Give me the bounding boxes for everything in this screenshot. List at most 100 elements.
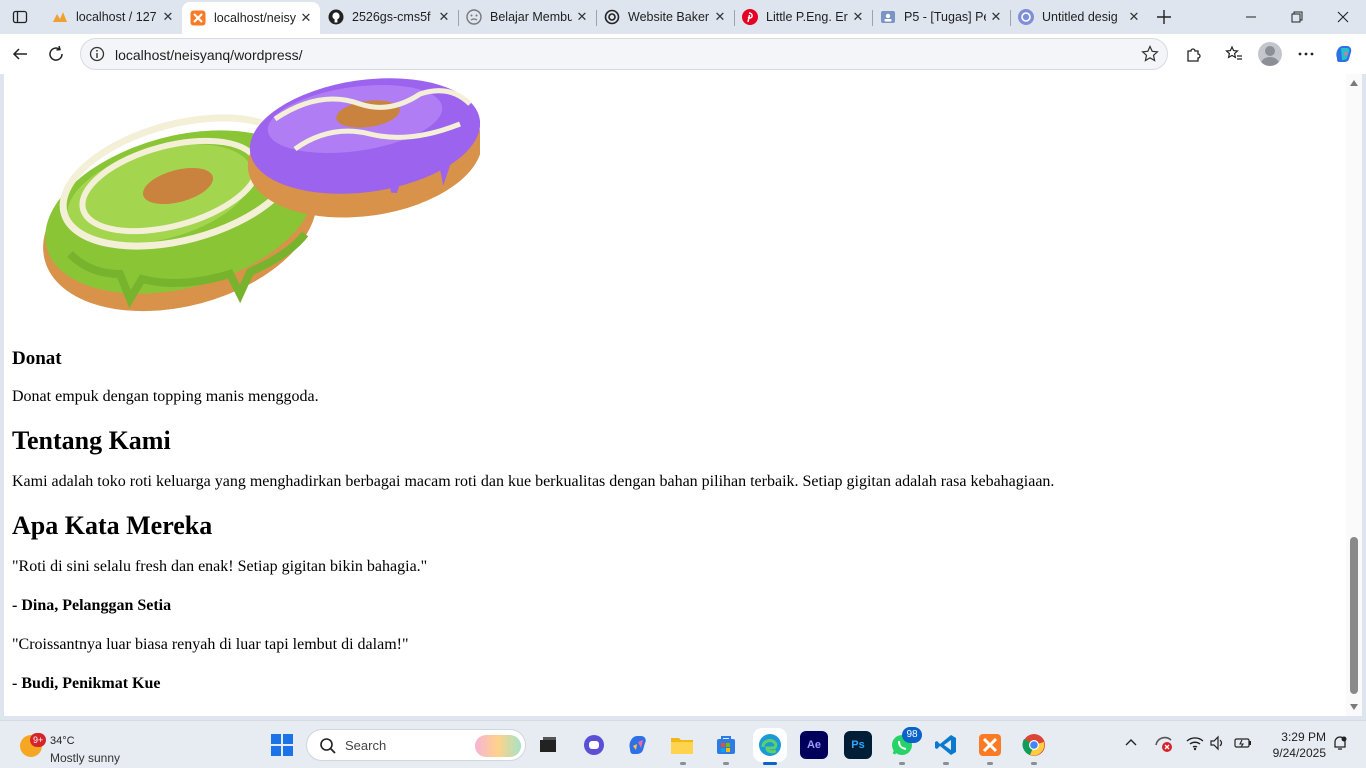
- close-window-button[interactable]: [1320, 0, 1366, 34]
- chrome-icon[interactable]: [1020, 731, 1048, 759]
- close-tab-icon[interactable]: ✕: [158, 7, 178, 27]
- page-viewport: Donat Donat empuk dengan topping manis m…: [4, 74, 1362, 716]
- taskbar: 9+ 34°C Mostly sunny Search Ae Ps 98 3:2…: [0, 720, 1366, 768]
- about-text: Kami adalah toko roti keluarga yang meng…: [12, 473, 1055, 490]
- clock-time: 3:29 PM: [1281, 730, 1326, 744]
- weather-condition: Mostly sunny: [50, 751, 121, 765]
- more-dots-icon: [1298, 52, 1314, 56]
- search-highlight-image: [475, 735, 521, 757]
- tab-github[interactable]: 2526gs-cms5f ✕: [320, 2, 459, 32]
- testimonial-author: - Dina, Pelanggan Setia: [12, 597, 172, 614]
- scrollbar-thumb[interactable]: [1350, 537, 1358, 694]
- microsoft-store-icon[interactable]: [712, 731, 740, 759]
- minimize-button[interactable]: [1228, 0, 1274, 34]
- site-info-icon[interactable]: [89, 46, 105, 66]
- tab-actions-icon: [12, 10, 28, 24]
- plus-icon: [1157, 10, 1171, 24]
- url-text[interactable]: localhost/neisyanq/wordpress/: [115, 47, 303, 63]
- canva-icon: [1018, 9, 1034, 25]
- tab-actions-button[interactable]: [8, 6, 32, 28]
- product-title: Donat: [12, 348, 62, 369]
- scroll-down-arrow-icon[interactable]: [1350, 704, 1358, 710]
- close-icon: [1337, 11, 1349, 23]
- search-label: Search: [345, 738, 387, 753]
- photoshop-icon[interactable]: Ps: [844, 731, 872, 759]
- puzzle-icon: [1187, 48, 1201, 62]
- close-tab-icon[interactable]: ✕: [296, 8, 316, 28]
- notification-badge: 9+: [30, 733, 47, 747]
- tab-classroom[interactable]: P5 - [Tugas] Pe ✕: [872, 2, 1011, 32]
- close-tab-icon[interactable]: ✕: [848, 7, 868, 27]
- classroom-icon: [880, 9, 896, 25]
- tab-canva[interactable]: Untitled desig ✕: [1010, 2, 1148, 32]
- testimonial-quote: "Roti di sini selalu fresh dan enak! Set…: [12, 558, 428, 575]
- task-view-icon[interactable]: [534, 731, 562, 759]
- settings-more-button[interactable]: [1292, 40, 1320, 68]
- favorites-button[interactable]: [1220, 40, 1248, 68]
- profile-avatar[interactable]: [1258, 42, 1282, 66]
- show-hidden-icons-chevron-icon[interactable]: [1124, 735, 1138, 754]
- new-tab-button[interactable]: [1152, 5, 1176, 29]
- whatsapp-unread-badge: 98: [902, 727, 922, 743]
- edge-browser-icon[interactable]: [756, 731, 784, 759]
- system-clock[interactable]: 3:29 PM 9/24/2025: [1262, 729, 1326, 761]
- notification-bell-icon[interactable]: [1332, 735, 1348, 755]
- wifi-icon[interactable]: [1186, 735, 1204, 755]
- copilot-chat-icon[interactable]: [580, 731, 608, 759]
- github-icon: [328, 9, 344, 25]
- windows-logo-icon: [271, 734, 293, 756]
- refresh-button[interactable]: [42, 40, 70, 68]
- close-tab-icon[interactable]: ✕: [710, 7, 730, 27]
- refresh-icon: [49, 45, 63, 61]
- copilot-app-icon[interactable]: [624, 731, 652, 759]
- copilot-button[interactable]: [1330, 40, 1358, 68]
- favorites-list-icon: [1225, 45, 1242, 60]
- network-error-icon[interactable]: [1154, 735, 1174, 757]
- tab-neisyanq-active[interactable]: localhost/neisy ✕: [182, 2, 320, 34]
- tab-phpmyadmin[interactable]: localhost / 127 ✕: [44, 2, 183, 32]
- testimonial-quote: "Croissantnya luar biasa renyah di luar …: [12, 636, 409, 653]
- after-effects-icon[interactable]: Ae: [800, 731, 828, 759]
- xampp-app-icon[interactable]: [976, 731, 1004, 759]
- xampp-icon: [190, 10, 206, 26]
- tab-belajar[interactable]: Belajar Membu ✕: [458, 2, 597, 32]
- testimonials-heading: Apa Kata Mereka: [12, 511, 213, 540]
- clock-date: 9/24/2025: [1272, 746, 1326, 760]
- tab-pinterest[interactable]: Little P.Eng. Er ✕: [734, 2, 873, 32]
- start-button[interactable]: [270, 733, 294, 757]
- back-arrow-icon: [12, 48, 27, 60]
- vscode-icon[interactable]: [932, 731, 960, 759]
- donut-image: [43, 78, 480, 312]
- browser-toolbar: localhost/neisyanq/wordpress/: [0, 34, 1366, 74]
- extensions-button[interactable]: [1180, 40, 1208, 68]
- close-tab-icon[interactable]: ✕: [434, 7, 454, 27]
- page-scrollbar[interactable]: [1346, 74, 1362, 716]
- phpmyadmin-icon: [52, 9, 68, 25]
- minimize-icon: [1246, 16, 1256, 18]
- scroll-up-arrow-icon[interactable]: [1350, 80, 1358, 86]
- restore-icon: [1291, 11, 1303, 23]
- address-bar[interactable]: localhost/neisyanq/wordpress/: [80, 38, 1168, 70]
- close-tab-icon[interactable]: ✕: [572, 7, 592, 27]
- restore-button[interactable]: [1274, 0, 1320, 34]
- tab-website-baker[interactable]: Website Baker ✕: [596, 2, 735, 32]
- file-explorer-icon[interactable]: [668, 731, 696, 759]
- close-tab-icon[interactable]: ✕: [986, 7, 1006, 27]
- page-icon: [466, 9, 482, 25]
- product-description: Donat empuk dengan topping manis menggod…: [12, 388, 319, 405]
- weather-temperature: 34°C: [50, 735, 75, 747]
- copilot-icon: [1336, 46, 1352, 62]
- chatgpt-icon: [604, 9, 620, 25]
- about-heading: Tentang Kami: [12, 426, 171, 455]
- taskbar-search[interactable]: Search: [306, 729, 526, 761]
- battery-icon[interactable]: [1234, 735, 1252, 755]
- back-button[interactable]: [6, 40, 34, 68]
- pinterest-icon: [742, 9, 758, 25]
- volume-icon[interactable]: [1210, 735, 1226, 755]
- tab-strip: localhost / 127 ✕ localhost/neisy ✕ 2526…: [0, 0, 1366, 34]
- search-icon: [319, 737, 337, 759]
- testimonial-author: - Budi, Penikmat Kue: [12, 675, 161, 692]
- weather-widget[interactable]: 9+ 34°C Mostly sunny: [14, 727, 144, 765]
- favorite-star-icon[interactable]: [1141, 45, 1159, 67]
- close-tab-icon[interactable]: ✕: [1124, 7, 1144, 27]
